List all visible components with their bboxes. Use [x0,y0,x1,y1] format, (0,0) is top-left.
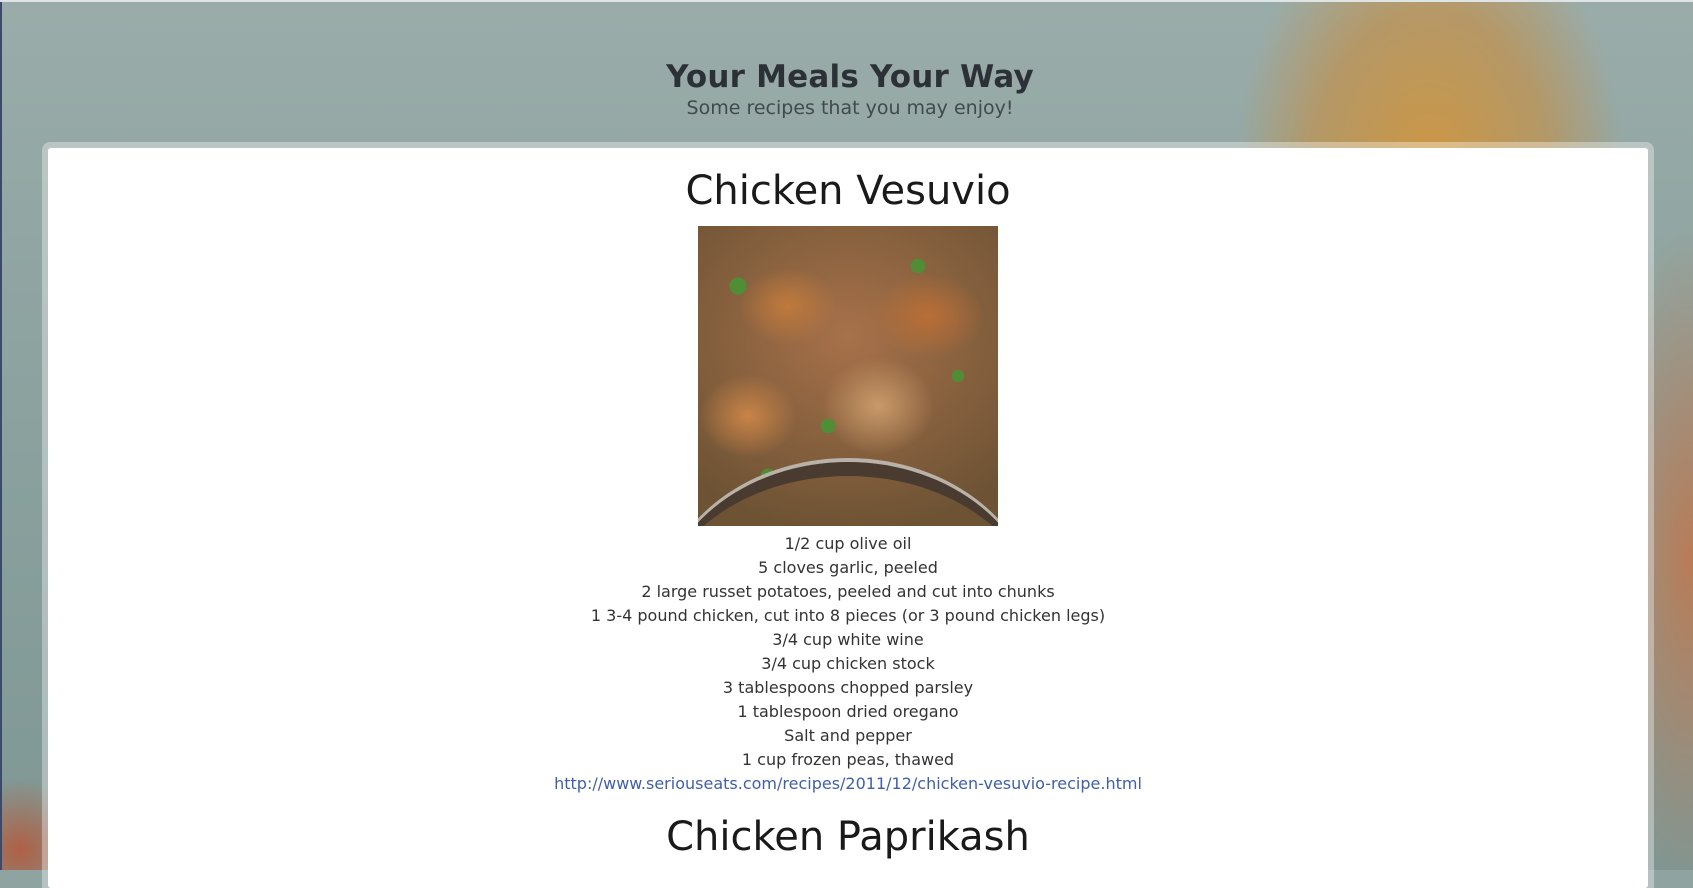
recipe-source-link[interactable]: http://www.seriouseats.com/recipes/2011/… [554,772,1142,796]
ingredient-item: 1/2 cup olive oil [784,534,912,553]
recipe-title: Chicken Vesuvio [685,168,1011,214]
ingredient-item: 1 tablespoon dried oregano [737,702,959,721]
window-top-edge [0,0,1693,2]
site-title: Your Meals Your Way [666,59,1034,95]
site-header: Your Meals Your Way Some recipes that yo… [0,58,1693,120]
recipes-card: Chicken Vesuvio 1/2 cup olive oil 5 clov… [48,148,1648,888]
recipe-card: Chicken Vesuvio 1/2 cup olive oil 5 clov… [48,148,1648,796]
ingredient-item: 3 tablespoons chopped parsley [722,678,974,697]
recipe-title: Chicken Paprikash [666,814,1030,860]
ingredient-list: 1/2 cup olive oil 5 cloves garlic, peele… [48,532,1648,772]
window-edge [0,0,2,870]
ingredient-item: 2 large russet potatoes, peeled and cut … [641,582,1055,601]
ingredient-item: 5 cloves garlic, peeled [758,558,938,577]
ingredient-item: 3/4 cup white wine [772,630,924,649]
ingredient-item: 1 cup frozen peas, thawed [741,750,955,769]
ingredient-item: 3/4 cup chicken stock [761,654,935,673]
recipe-card: Chicken Paprikash [48,812,1648,862]
ingredient-item: Salt and pepper [784,726,912,745]
ingredient-item: 1 3-4 pound chicken, cut into 8 pieces (… [590,606,1106,625]
recipe-photo [698,226,998,526]
site-subtitle: Some recipes that you may enjoy! [686,97,1014,119]
